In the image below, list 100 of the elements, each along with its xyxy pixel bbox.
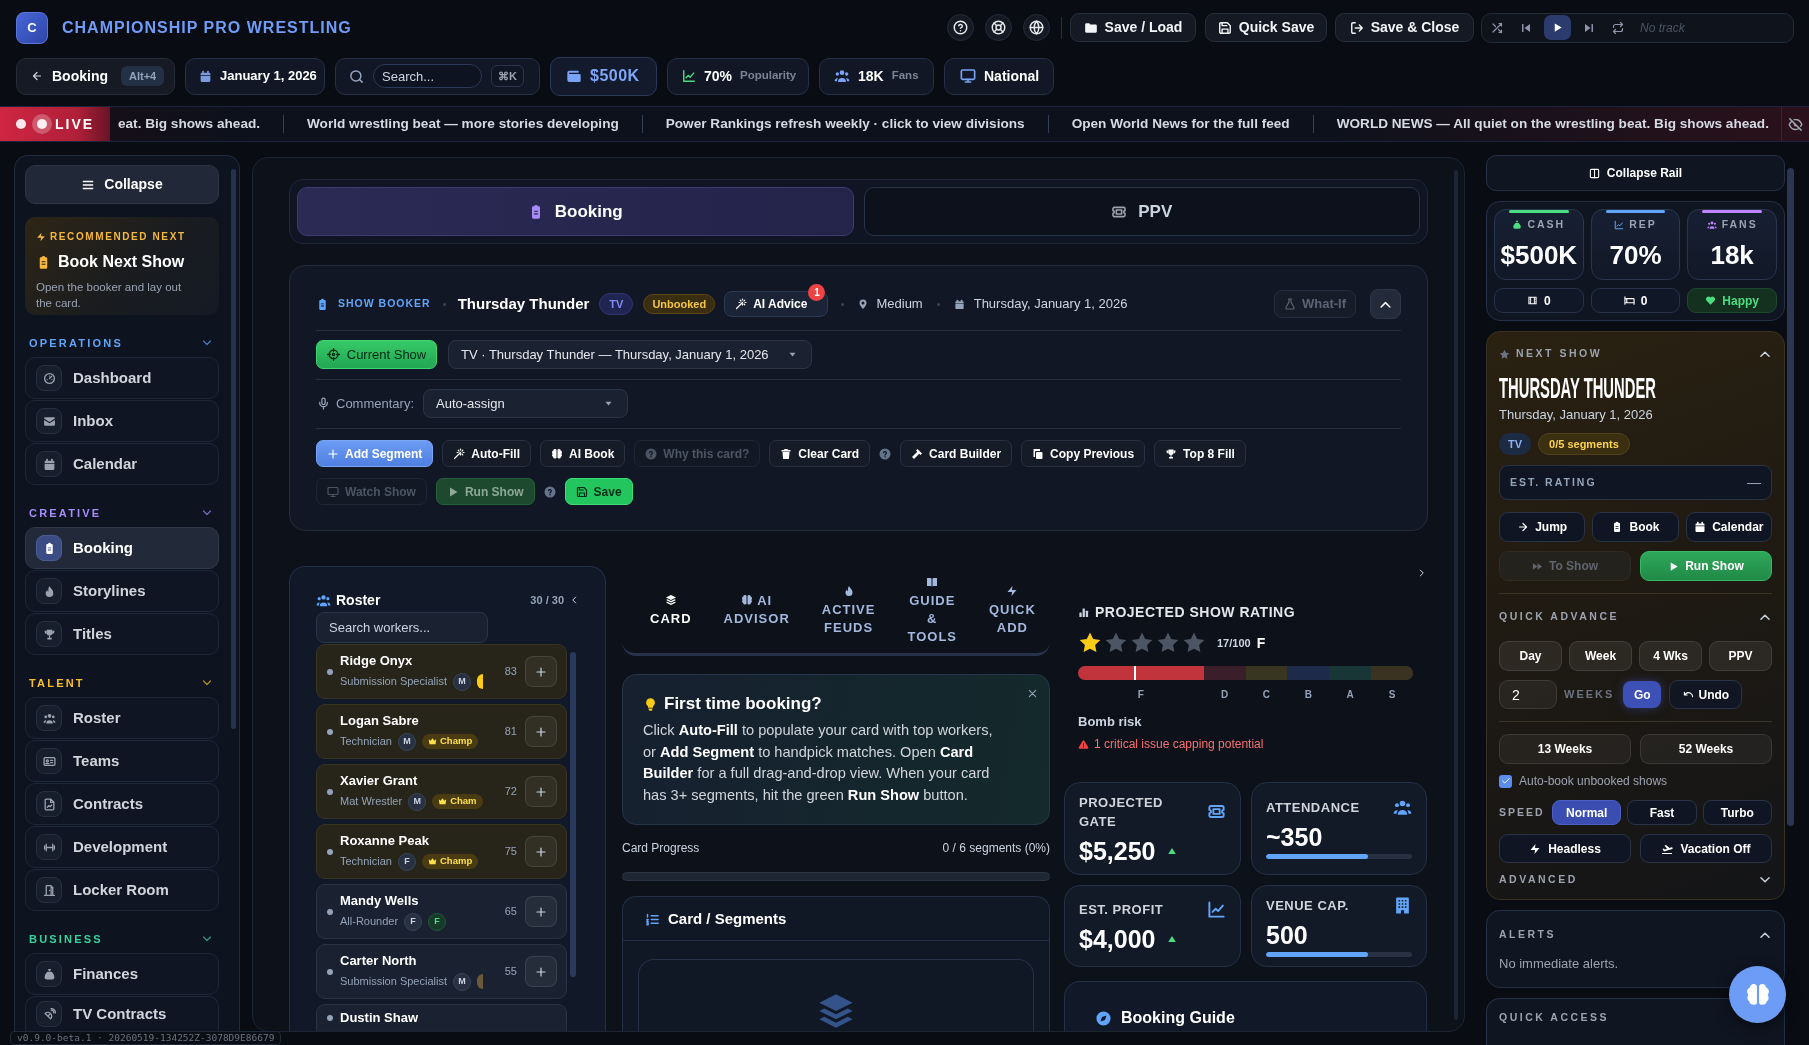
advance-button[interactable]: Week [1569,641,1632,671]
checkbox-label: Auto-book unbooked shows [1519,773,1668,790]
support-button[interactable] [985,14,1012,41]
add-worker-button[interactable] [525,656,557,687]
worker-name: Dustin Shaw [340,1010,419,1026]
link-button[interactable]: Calendar [1685,512,1772,542]
scrollbar[interactable] [231,169,236,729]
toggle-button[interactable]: Headless [1499,834,1631,863]
expand-button[interactable] [1417,566,1427,580]
speed-option[interactable]: Normal [1552,800,1622,825]
help-icon[interactable] [879,447,892,460]
tab[interactable]: ACTIVE FEUDS [821,582,876,637]
action-button[interactable]: AI Book [540,440,626,467]
add-worker-button[interactable] [525,956,557,987]
search-field[interactable]: Search workers... [316,612,488,643]
add-worker-button[interactable] [525,896,557,927]
save-button[interactable]: Save [564,478,633,505]
collapse-rail-button[interactable]: Collapse Rail [1486,155,1785,191]
language-button[interactable] [1023,14,1050,41]
undo-button[interactable]: Undo [1669,680,1743,709]
nav-item[interactable]: Roster [25,697,219,739]
logo: C [16,11,48,44]
nav-item[interactable]: Titles [25,613,219,655]
add-worker-button[interactable] [525,836,557,867]
rating-grade: F [1256,633,1266,653]
news-item[interactable]: Open World News for the full feed [1071,113,1290,135]
speed-option[interactable]: Turbo [1702,800,1772,825]
nav-item[interactable]: Calendar [25,443,219,485]
nav-item[interactable]: Inbox [25,400,219,442]
run-show-button[interactable]: Run Show [435,478,535,505]
date-button[interactable]: January 1, 2026 [185,57,325,95]
news-item[interactable]: Power Rankings refresh weekly · click to view divisions [665,113,1025,135]
action-button[interactable]: Auto-Fill [442,440,531,467]
scrollbar[interactable] [570,652,576,977]
action-button[interactable]: Clear Card [769,440,871,467]
show-action-button[interactable]: Run Show [1640,551,1772,581]
collapse-button[interactable] [569,593,579,607]
commentary-select[interactable]: Auto-assign [423,389,629,418]
action-button[interactable]: Copy Previous [1021,440,1146,467]
news-item[interactable]: World wrestling beat — more stories developing [307,113,619,135]
arrow-left-icon [31,70,43,82]
help-button[interactable] [947,14,974,41]
worker-row[interactable]: Xavier Grant Mat Wrestler M Cham 72 [316,764,567,819]
search-field[interactable]: Search... [373,64,482,88]
current-show-button[interactable]: Current Show [316,340,437,369]
worker-row[interactable]: Logan Sabre Technician M Champ 81 [316,704,567,759]
back-button[interactable]: Booking Alt+4 [16,57,175,95]
save-close-button[interactable]: Save & Close [1335,13,1474,42]
satellite-dish-icon [36,1001,62,1027]
recommendation-card[interactable]: RECOMMENDED NEXT Book Next Show Open the booker and lay out the card. [25,217,219,315]
tab[interactable]: QUICK ADD [989,582,1036,637]
collapse-button[interactable] [1370,289,1401,319]
advance-button[interactable]: 4 Wks [1639,641,1702,671]
news-item[interactable]: eat. Big shows ahead. [118,113,261,135]
collapse-button[interactable]: Collapse [25,165,219,204]
worker-name: Roxanne Peak [340,832,430,849]
save-load-button[interactable]: Save / Load [1070,13,1196,42]
news-item[interactable]: WORLD NEWS — All quiet on the wrestling beat. Big shows ahead. [1336,113,1769,135]
worker-row[interactable]: Dustin Shaw [316,1004,567,1031]
advance-button[interactable]: PPV [1709,641,1772,671]
nav-item[interactable]: Contracts [25,783,219,825]
quick-save-button[interactable]: Quick Save [1205,13,1327,42]
nav-item[interactable]: Locker Room [25,869,219,911]
lightning-bolt-icon [1006,584,1019,597]
nav-item[interactable]: Finances [25,953,219,995]
worker-rating: 65 [503,904,517,920]
worker-row[interactable]: Carter North Submission Specialist M 55 [316,944,567,999]
nav-item[interactable]: TV Contracts [25,996,219,1031]
link-button[interactable]: Book [1592,512,1679,542]
advance-button[interactable]: 13 Weeks [1499,734,1631,764]
action-button[interactable]: Card Builder [900,440,1013,467]
tab[interactable]: GUIDE & TOOLS [907,573,957,646]
link-button[interactable]: Jump [1499,512,1586,542]
add-worker-button[interactable] [525,716,557,747]
gender-badge: M [453,672,471,691]
add-worker-button[interactable] [525,776,557,807]
help-icon[interactable] [543,485,556,498]
speed-option[interactable]: Fast [1627,800,1697,825]
go-button[interactable]: Go [1623,681,1662,708]
worker-row[interactable]: Ridge Onyx Submission Specialist M 83 [316,644,567,699]
worker-row[interactable]: Roxanne Peak Technician F Champ 75 [316,824,567,879]
nav-item[interactable]: Storylines [25,570,219,612]
advance-button[interactable]: Day [1499,641,1562,671]
nav-item[interactable]: Booking [25,527,219,569]
toggle-button[interactable]: Vacation Off [1640,834,1772,863]
scrollbar[interactable] [1787,168,1794,826]
nav-item[interactable]: Teams [25,740,219,782]
nav-item[interactable]: Development [25,826,219,868]
close-button[interactable] [1027,688,1038,699]
nav-item[interactable]: Dashboard [25,357,219,399]
worker-row[interactable]: Mandy Wells All-Rounder F F 65 [316,884,567,939]
show-select[interactable]: TV · Thursday Thunder — Thursday, January 1, 2026 [448,340,812,369]
advance-button[interactable]: 52 Weeks [1640,734,1772,764]
checkbox[interactable] [1499,774,1512,788]
tab[interactable]: Booking [297,187,854,236]
tab[interactable]: CARD [650,591,692,628]
play-button[interactable] [1544,15,1571,40]
tab[interactable]: AI ADVISOR [723,591,790,628]
action-button[interactable]: Top 8 Fill [1154,440,1246,467]
tab[interactable]: PPV [863,187,1420,236]
